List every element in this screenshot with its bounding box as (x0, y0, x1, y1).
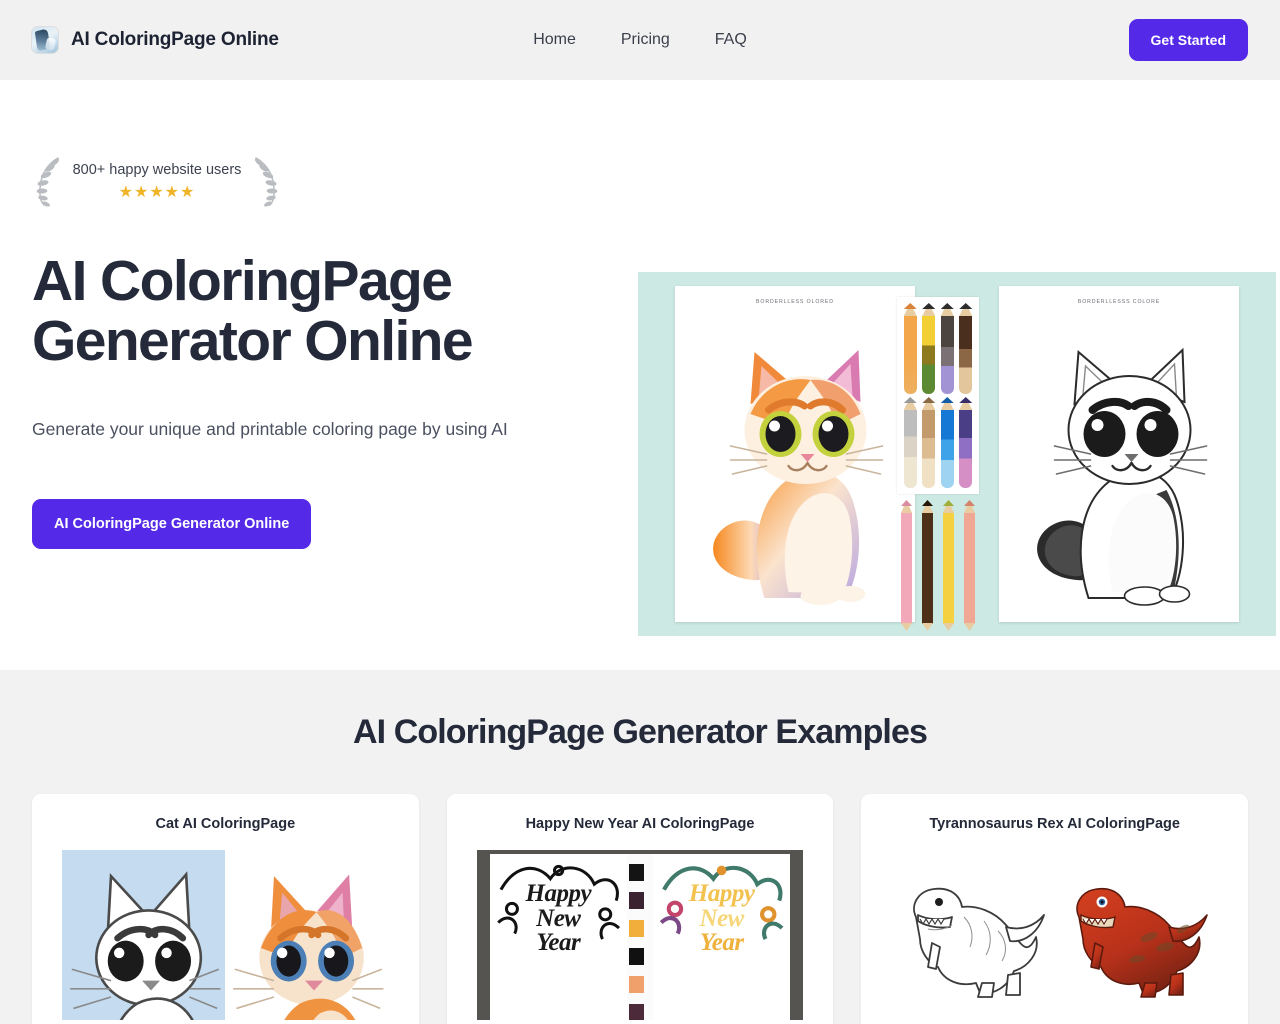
pencil-salmon-loose (964, 500, 975, 624)
nye-bw-lettering: Happy New Year (525, 880, 592, 956)
pencil-brown-tan (959, 303, 973, 394)
pencil-orange (903, 303, 917, 394)
pencil-swatch-panel (897, 297, 979, 494)
example-card-nye-image: Happy New Year Happy New Year (476, 850, 804, 1020)
star-rating-icon: ★★★★★ (118, 183, 196, 201)
example-card-cat-image (62, 850, 389, 1020)
laurel-left-icon (36, 157, 60, 207)
example-card-trex-image (891, 850, 1218, 1020)
examples-heading: AI ColoringPage Generator Examples (352, 713, 928, 751)
loose-pencils-group (901, 500, 975, 624)
pencil-pink-loose (901, 500, 912, 624)
pencil-yellow-loose (943, 500, 954, 624)
laurel-right-icon (254, 157, 278, 207)
get-started-button[interactable]: Get Started (1128, 19, 1248, 61)
brand-logo-link[interactable]: AI ColoringPage Online (32, 27, 279, 53)
social-proof-badge: 800+ happy website users ★★★★★ (32, 155, 282, 207)
main-navigation: Home Pricing FAQ (533, 31, 747, 49)
brand-name: AI ColoringPage Online (71, 29, 279, 50)
pencil-gray-violet (940, 303, 954, 394)
pencil-yellow-green (922, 303, 936, 394)
trex-outline-illustration (898, 871, 1048, 999)
pencil-purple-pink (959, 397, 973, 488)
hero-sheet-colored: BORDERLLESS OLORED (675, 286, 915, 622)
hero-sheet-outline: BORDERLLESSS COLORE (999, 286, 1239, 622)
nye-color-swatch-strip (626, 854, 653, 1020)
examples-card-grid: Cat AI ColoringPage Happy New Year AI Co… (32, 794, 1248, 1024)
hero-sheet-right-label: BORDERLLESSS COLORE (1077, 299, 1161, 305)
page-title: AI ColoringPage Generator Online (32, 251, 592, 372)
pencil-gray-cream (903, 397, 917, 488)
example-card-happy-new-year[interactable]: Happy New Year AI ColoringPage Happy New… (446, 794, 834, 1024)
nav-link-faq[interactable]: FAQ (715, 31, 747, 49)
colored-cat-illustration (693, 330, 898, 608)
example-card-tyrannosaurus-rex[interactable]: Tyrannosaurus Rex AI ColoringPage (861, 794, 1248, 1024)
hero-sheet-left-label: BORDERLLESS OLORED (756, 299, 834, 305)
nye-colored-lettering: Happy New Year (688, 880, 755, 956)
sketch-cat-illustration (1017, 330, 1222, 608)
rating-text: 800+ happy website users (72, 162, 242, 179)
hero-copy: 800+ happy website users ★★★★★ AI Colori… (32, 80, 592, 549)
hero-section: 800+ happy website users ★★★★★ AI Colori… (0, 80, 1280, 670)
hero-subtitle: Generate your unique and printable color… (32, 418, 508, 439)
hero-illustration: BORDERLLESS OLORED BORDERLLESSS COLORE (638, 272, 1276, 636)
pencil-tan (922, 397, 936, 488)
pencil-blue (940, 397, 954, 488)
example-card-cat-title: Cat AI ColoringPage (155, 816, 296, 832)
example-card-nye-title: Happy New Year AI ColoringPage (525, 816, 755, 832)
pencil-dark-brown-loose (922, 500, 933, 624)
site-header: AI ColoringPage Online Home Pricing FAQ … (0, 0, 1280, 80)
hero-cta-button[interactable]: AI ColoringPage Generator Online (32, 498, 312, 549)
example-card-cat[interactable]: Cat AI ColoringPage (32, 794, 419, 1024)
app-logo-icon (32, 27, 58, 53)
trex-colored-illustration (1061, 871, 1211, 999)
nav-link-pricing[interactable]: Pricing (621, 31, 670, 49)
example-card-trex-title: Tyrannosaurus Rex AI ColoringPage (929, 816, 1180, 832)
hero-title-line-1: AI ColoringPage (32, 249, 453, 313)
nav-link-home[interactable]: Home (533, 31, 576, 49)
hero-title-line-2: Generator Online (32, 309, 474, 374)
examples-section: AI ColoringPage Generator Examples Cat A… (0, 670, 1280, 1024)
